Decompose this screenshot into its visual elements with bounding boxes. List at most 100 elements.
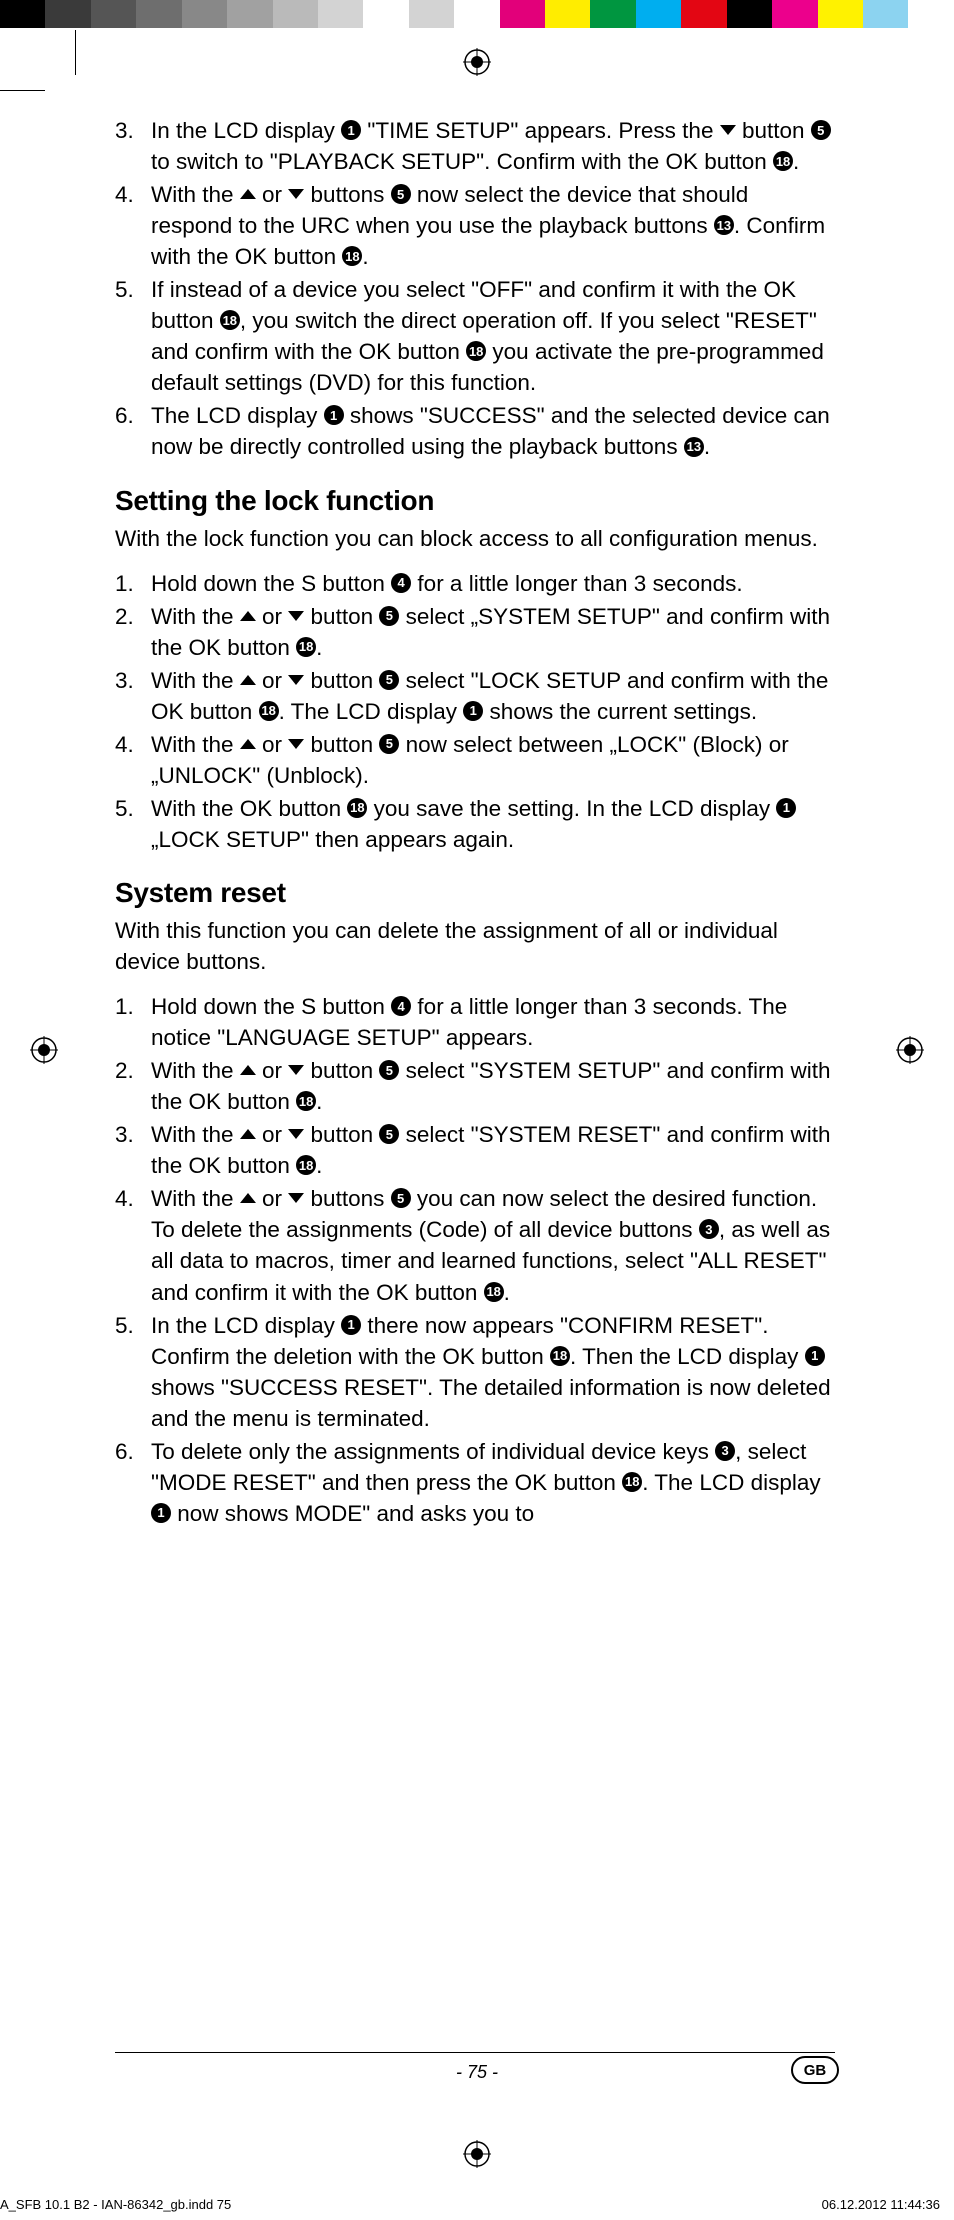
list-item: 6.The LCD display 1 shows "SUCCESS" and … [115,400,835,462]
ref-circle-18: 18 [550,1346,570,1366]
list-text: The LCD display 1 shows "SUCCESS" and th… [151,400,835,462]
ref-circle-18: 18 [342,246,362,266]
list-text: With the or buttons 5 now select the dev… [151,179,835,272]
list-item: 3.With the or button 5 select "LOCK SETU… [115,665,835,727]
list-number: 2. [115,1055,151,1117]
list-text: With the or button 5 now select between … [151,729,835,791]
list-text: In the LCD display 1 there now appears "… [151,1310,835,1434]
list-number: 1. [115,568,151,599]
list-number: 5. [115,1310,151,1434]
ref-circle-18: 18 [296,637,316,657]
list-text: With the OK button 18 you save the setti… [151,793,835,855]
print-color-bar [0,0,954,28]
list-text: To delete only the assignments of indivi… [151,1436,835,1529]
ref-circle-4: 4 [391,573,411,593]
list-system-reset: 1.Hold down the S button 4 for a little … [115,991,835,1529]
up-triangle-icon [240,1193,256,1203]
ref-circle-5: 5 [811,120,831,140]
ref-circle-5: 5 [379,606,399,626]
up-triangle-icon [240,739,256,749]
up-triangle-icon [240,675,256,685]
list-number: 5. [115,793,151,855]
ref-circle-5: 5 [391,1188,411,1208]
list-item: 5.With the OK button 18 you save the set… [115,793,835,855]
crop-mark [75,30,76,75]
ref-circle-1: 1 [776,798,796,818]
ref-circle-18: 18 [347,798,367,818]
ref-circle-5: 5 [379,1124,399,1144]
list-number: 4. [115,1183,151,1307]
list-item: 3.With the or button 5 select "SYSTEM RE… [115,1119,835,1181]
ref-circle-18: 18 [296,1155,316,1175]
intro-system-reset: With this function you can delete the as… [115,915,835,977]
list-text: If instead of a device you select "OFF" … [151,274,835,398]
down-triangle-icon [288,1193,304,1203]
list-text: With the or button 5 select "SYSTEM RESE… [151,1119,835,1181]
ref-circle-1: 1 [463,701,483,721]
ref-circle-18: 18 [220,310,240,330]
list-lock-function: 1.Hold down the S button 4 for a little … [115,568,835,855]
ref-circle-3: 3 [699,1219,719,1239]
footer-rule [115,2052,835,2053]
heading-lock-function: Setting the lock function [115,485,835,517]
list-text: Hold down the S button 4 for a little lo… [151,568,835,599]
up-triangle-icon [240,189,256,199]
registration-mark-top [463,48,491,76]
list-number: 3. [115,1119,151,1181]
down-triangle-icon [288,611,304,621]
list-item: 1.Hold down the S button 4 for a little … [115,991,835,1053]
list-text: With the or button 5 select "LOCK SETUP … [151,665,835,727]
ref-circle-18: 18 [259,701,279,721]
imprint-right: 06.12.2012 11:44:36 [822,2197,940,2212]
ref-circle-1: 1 [324,405,344,425]
ref-circle-13: 13 [714,215,734,235]
ref-circle-4: 4 [391,996,411,1016]
down-triangle-icon [288,1129,304,1139]
ref-circle-3: 3 [715,1441,735,1461]
heading-system-reset: System reset [115,877,835,909]
list-item: 4.With the or button 5 now select betwee… [115,729,835,791]
list-text: In the LCD display 1 "TIME SETUP" appear… [151,115,835,177]
ref-circle-1: 1 [805,1346,825,1366]
ref-circle-18: 18 [484,1282,504,1302]
ref-circle-1: 1 [341,1315,361,1335]
down-triangle-icon [288,675,304,685]
up-triangle-icon [240,1065,256,1075]
list-number: 4. [115,729,151,791]
down-triangle-icon [288,739,304,749]
down-triangle-icon [720,125,736,135]
registration-mark-bottom [463,2140,491,2168]
ref-circle-5: 5 [379,1060,399,1080]
down-triangle-icon [288,189,304,199]
list-number: 2. [115,601,151,663]
list-item: 3.In the LCD display 1 "TIME SETUP" appe… [115,115,835,177]
ref-circle-18: 18 [296,1091,316,1111]
list-text: With the or buttons 5 you can now select… [151,1183,835,1307]
list-item: 5.If instead of a device you select "OFF… [115,274,835,398]
list-item: 4.With the or buttons 5 now select the d… [115,179,835,272]
list-text: Hold down the S button 4 for a little lo… [151,991,835,1053]
list-text: With the or button 5 select "SYSTEM SETU… [151,1055,835,1117]
down-triangle-icon [288,1065,304,1075]
ref-circle-18: 18 [622,1472,642,1492]
ref-circle-1: 1 [341,120,361,140]
list-item: 6.To delete only the assignments of indi… [115,1436,835,1529]
ref-circle-5: 5 [391,184,411,204]
list-number: 3. [115,115,151,177]
crop-mark [0,90,45,91]
intro-lock-function: With the lock function you can block acc… [115,523,835,554]
language-badge: GB [791,2056,839,2084]
list-playback-continuation: 3.In the LCD display 1 "TIME SETUP" appe… [115,115,835,463]
list-item: 5.In the LCD display 1 there now appears… [115,1310,835,1434]
page-content: 3.In the LCD display 1 "TIME SETUP" appe… [115,115,835,1531]
list-number: 1. [115,991,151,1053]
list-text: With the or button 5 select „SYSTEM SETU… [151,601,835,663]
list-item: 2.With the or button 5 select "SYSTEM SE… [115,1055,835,1117]
list-item: 1.Hold down the S button 4 for a little … [115,568,835,599]
ref-circle-13: 13 [684,437,704,457]
list-item: 4.With the or buttons 5 you can now sele… [115,1183,835,1307]
list-number: 3. [115,665,151,727]
up-triangle-icon [240,1129,256,1139]
list-item: 2.With the or button 5 select „SYSTEM SE… [115,601,835,663]
registration-mark-right [896,1036,924,1064]
